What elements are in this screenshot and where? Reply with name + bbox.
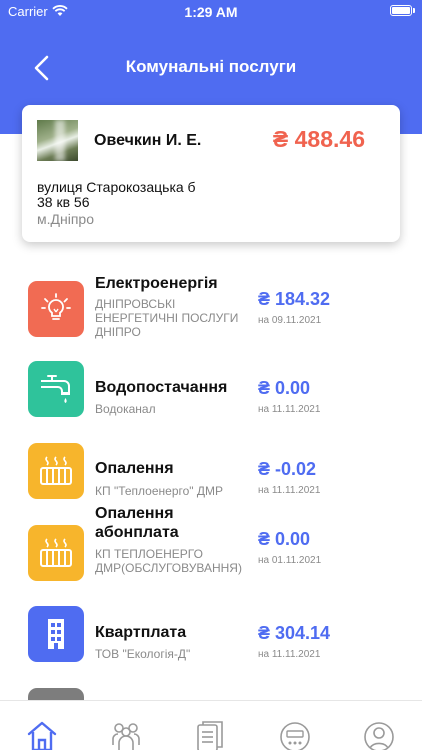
service-amount: ₴ -0.02 xyxy=(258,459,317,479)
service-amount: ₴ 184.32 xyxy=(258,289,331,309)
owner-name: Овечкин И. Е. xyxy=(94,132,202,149)
service-name: Водопостачання xyxy=(95,379,228,396)
profile-icon[interactable] xyxy=(363,719,395,750)
meter-icon[interactable] xyxy=(279,719,311,750)
total-amount: ₴ 488.46 xyxy=(272,126,365,152)
service-name: Опалення абонплата xyxy=(95,505,179,541)
radiator-icon xyxy=(28,443,84,499)
service-provider: ДНІПРОВСЬКІ ЕНЕРГЕТИЧНІ ПОСЛУГИ ДНІПРО xyxy=(95,297,239,339)
service-name: Опалення xyxy=(95,460,174,477)
service-item-heating-subscription[interactable]: Опалення абонплата КП ТЕПЛОЕНЕРГО ДМР(ОБ… xyxy=(0,503,422,598)
avatar xyxy=(37,120,78,161)
service-date: на 11.11.2021 xyxy=(258,649,321,660)
address-city: м.Дніпро xyxy=(37,211,94,227)
tab-bar xyxy=(0,700,422,750)
radiator-icon xyxy=(28,525,84,581)
service-amount: ₴ 304.14 xyxy=(258,623,331,643)
page-title: Комунальні послуги xyxy=(125,57,297,76)
address-house: 38 кв 56 xyxy=(37,194,90,210)
service-amount: ₴ 0.00 xyxy=(258,378,311,398)
documents-icon[interactable] xyxy=(194,719,226,750)
people-icon[interactable] xyxy=(110,719,142,750)
battery-tip xyxy=(413,8,415,13)
status-bar: Carrier 1:29 AM xyxy=(0,0,422,24)
home-icon[interactable] xyxy=(26,719,58,750)
service-item-water[interactable]: Водопостачання Водоканал ₴ 0.00 на 11.11… xyxy=(0,360,422,440)
address-street: вулиця Старокозацька б xyxy=(37,179,196,195)
service-provider: ТОВ "Екологія-Д" xyxy=(95,647,191,661)
service-date: на 09.11.2021 xyxy=(258,315,322,326)
service-amount: ₴ 0.00 xyxy=(258,529,311,549)
account-card[interactable]: Овечкин И. Е. ₴ 488.46 вулиця Старокозац… xyxy=(22,105,400,242)
water-tap-icon xyxy=(28,361,84,417)
service-provider: КП ТЕПЛОЕНЕРГО ДМР(ОБСЛУГОВУВАННЯ) xyxy=(95,547,242,575)
service-item-apartment-fee[interactable]: Квартплата ТОВ "Екологія-Д" ₴ 304.14 на … xyxy=(0,606,422,686)
lightbulb-icon xyxy=(28,281,84,337)
building-icon xyxy=(28,606,84,662)
battery-icon xyxy=(390,5,412,16)
service-date: на 01.11.2021 xyxy=(258,555,322,566)
service-provider: Водоканал xyxy=(95,402,156,416)
clock: 1:29 AM xyxy=(184,4,238,20)
service-name: Електроенергія xyxy=(95,275,218,292)
service-date: на 11.11.2021 xyxy=(258,404,321,415)
service-name: Квартплата xyxy=(95,624,187,641)
service-date: на 11.11.2021 xyxy=(258,485,321,496)
service-item-partial[interactable] xyxy=(28,688,84,700)
service-provider: КП "Теплоенерго" ДМР xyxy=(95,484,224,498)
service-item-electricity[interactable]: Електроенергія ДНІПРОВСЬКІ ЕНЕРГЕТИЧНІ П… xyxy=(0,272,422,352)
